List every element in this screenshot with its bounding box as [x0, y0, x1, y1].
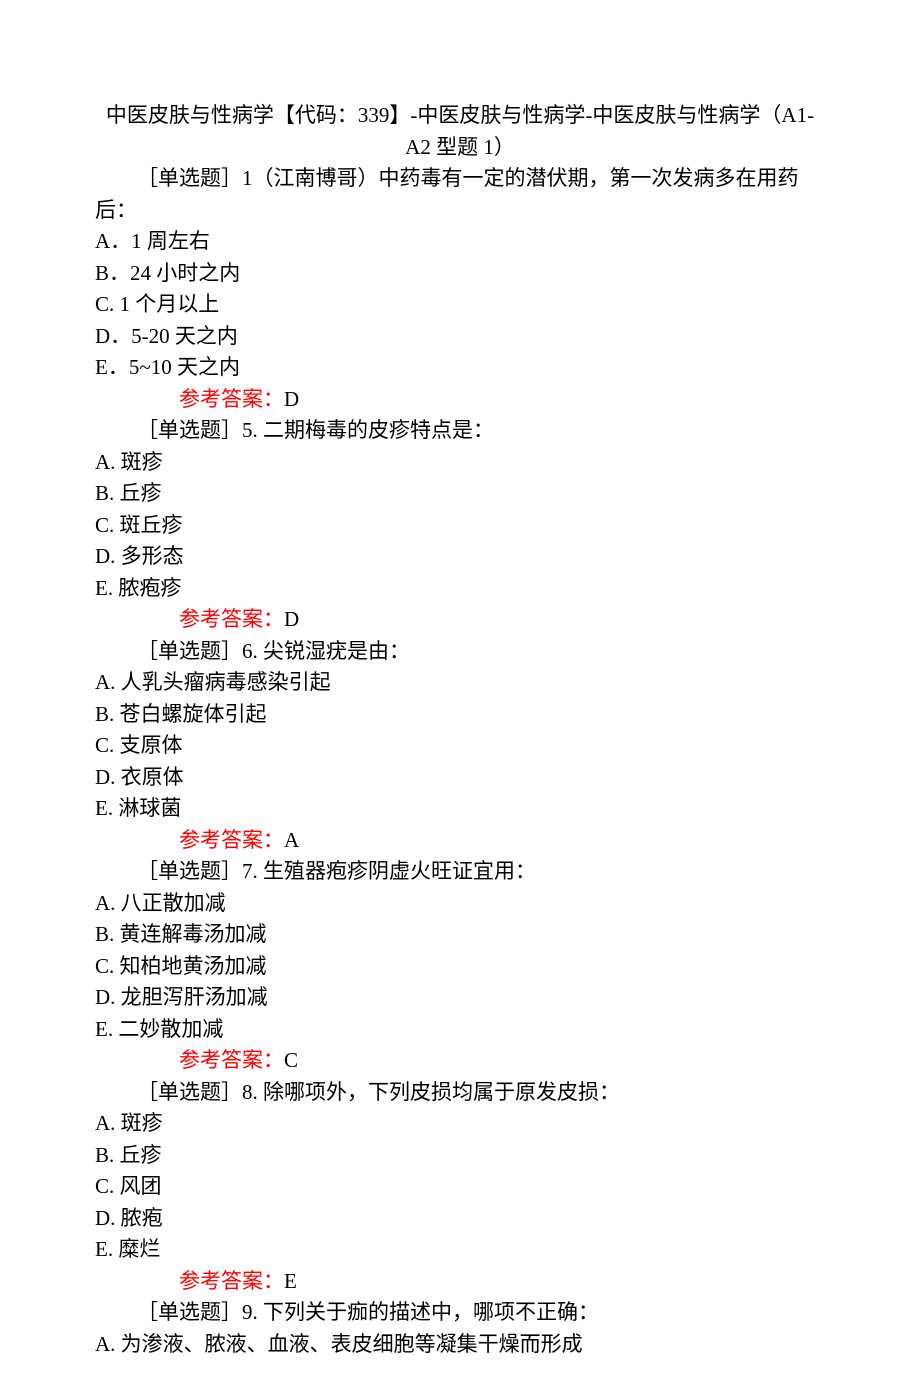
- question-stem: ［单选题］8. 除哪项外，下列皮损均属于原发皮损：: [95, 1077, 825, 1109]
- document-content: ［单选题］1（江南博哥）中药毒有一定的潜伏期，第一次发病多在用药后：A．1 周左…: [95, 163, 825, 1360]
- question-option: E. 脓疱疹: [95, 573, 825, 605]
- question-stem: ［单选题］7. 生殖器疱疹阴虚火旺证宜用：: [95, 856, 825, 888]
- question-stem: ［单选题］9. 下列关于痂的描述中，哪项不正确：: [95, 1297, 825, 1329]
- answer-value: D: [284, 387, 299, 411]
- answer-label: 参考答案：: [179, 1048, 284, 1072]
- question-option: B. 丘疹: [95, 1140, 825, 1172]
- question-option: D. 龙胆泻肝汤加减: [95, 982, 825, 1014]
- question-option: D．5-20 天之内: [95, 321, 825, 353]
- answer-line: 参考答案：D: [95, 604, 825, 636]
- answer-label: 参考答案：: [179, 387, 284, 411]
- question-option: A. 八正散加减: [95, 888, 825, 920]
- answer-line: 参考答案：D: [95, 384, 825, 416]
- answer-value: A: [284, 828, 299, 852]
- question-option: E．5~10 天之内: [95, 352, 825, 384]
- question-option: C. 1 个月以上: [95, 289, 825, 321]
- title-line-1: 中医皮肤与性病学【代码：339】-中医皮肤与性病学-中医皮肤与性病学（A1-: [106, 103, 814, 127]
- question-option: E. 二妙散加减: [95, 1014, 825, 1046]
- question-option: A. 人乳头瘤病毒感染引起: [95, 667, 825, 699]
- question-option: B. 丘疹: [95, 478, 825, 510]
- answer-line: 参考答案：A: [95, 825, 825, 857]
- question-option: E. 糜烂: [95, 1234, 825, 1266]
- question-option: B. 黄连解毒汤加减: [95, 919, 825, 951]
- question-option: B．24 小时之内: [95, 258, 825, 290]
- question-option: C. 斑丘疹: [95, 510, 825, 542]
- question-option: D. 脓疱: [95, 1203, 825, 1235]
- document-page: 中医皮肤与性病学【代码：339】-中医皮肤与性病学-中医皮肤与性病学（A1- A…: [0, 0, 920, 1400]
- question-stem: ［单选题］1（江南博哥）中药毒有一定的潜伏期，第一次发病多在用药后：: [95, 163, 825, 226]
- question-option: A. 为渗液、脓液、血液、表皮细胞等凝集干燥而形成: [95, 1329, 825, 1361]
- question-option: C. 风团: [95, 1171, 825, 1203]
- question-stem: ［单选题］6. 尖锐湿疣是由：: [95, 636, 825, 668]
- title-line-2: A2 型题 1）: [405, 135, 515, 159]
- question-option: C. 知柏地黄汤加减: [95, 951, 825, 983]
- question-option: C. 支原体: [95, 730, 825, 762]
- answer-label: 参考答案：: [179, 607, 284, 631]
- question-option: A. 斑疹: [95, 1108, 825, 1140]
- question-option: B. 苍白螺旋体引起: [95, 699, 825, 731]
- answer-value: C: [284, 1048, 298, 1072]
- answer-label: 参考答案：: [179, 1269, 284, 1293]
- answer-line: 参考答案：E: [95, 1266, 825, 1298]
- question-option: A. 斑疹: [95, 447, 825, 479]
- question-option: D. 多形态: [95, 541, 825, 573]
- answer-value: E: [284, 1269, 297, 1293]
- answer-line: 参考答案：C: [95, 1045, 825, 1077]
- question-stem: ［单选题］5. 二期梅毒的皮疹特点是：: [95, 415, 825, 447]
- document-title: 中医皮肤与性病学【代码：339】-中医皮肤与性病学-中医皮肤与性病学（A1- A…: [95, 100, 825, 163]
- question-option: A．1 周左右: [95, 226, 825, 258]
- question-option: E. 淋球菌: [95, 793, 825, 825]
- answer-label: 参考答案：: [179, 828, 284, 852]
- question-option: D. 衣原体: [95, 762, 825, 794]
- answer-value: D: [284, 607, 299, 631]
